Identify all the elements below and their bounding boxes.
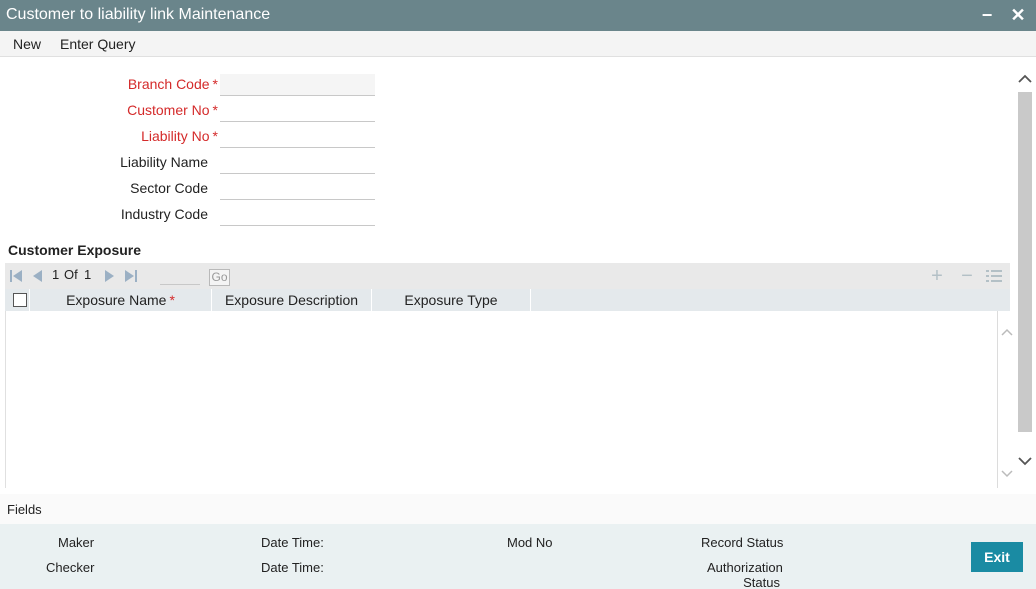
next-page-icon[interactable] (103, 268, 117, 284)
liability-no-label: Liability No * (141, 128, 218, 144)
page-scroll-thumb[interactable] (1018, 92, 1032, 432)
select-all-column (5, 289, 30, 311)
exit-button[interactable]: Exit (971, 542, 1023, 572)
grid-scroll-up-icon[interactable] (1001, 327, 1013, 339)
grid-body (5, 311, 1013, 488)
branch-code-input[interactable] (220, 74, 375, 96)
fields-bar: Fields (0, 494, 1036, 524)
fields-link[interactable]: Fields (7, 502, 42, 517)
audit-footer: Maker Checker Date Time: Date Time: Mod … (0, 524, 1036, 589)
grid-scrollbar[interactable] (997, 311, 1013, 488)
first-page-icon[interactable] (9, 268, 23, 284)
grid-scroll-down-icon[interactable] (1001, 467, 1013, 479)
window-title: Customer to liability link Maintenance (6, 6, 271, 23)
liability-no-input[interactable] (220, 126, 375, 148)
add-row-icon[interactable]: + (925, 265, 949, 287)
total-pages: 1 (84, 267, 92, 282)
menu-bar: New Enter Query (0, 31, 1036, 57)
grid-toolbar: 1 Of 1 Go + − (5, 263, 1010, 289)
column-exposure-type[interactable]: Exposure Type (372, 289, 531, 311)
industry-code-input[interactable] (220, 204, 375, 226)
delete-row-icon[interactable]: − (955, 265, 979, 287)
minimize-button[interactable]: − (977, 4, 997, 26)
page-scroll-up-icon[interactable] (1018, 72, 1032, 86)
sector-code-input[interactable] (220, 178, 375, 200)
customer-no-label: Customer No * (127, 102, 218, 118)
maker-date-time-label: Date Time: (261, 535, 324, 550)
menu-item-new[interactable]: New (13, 36, 41, 52)
column-exposure-description[interactable]: Exposure Description (212, 289, 372, 311)
sector-code-label: Sector Code (130, 180, 208, 196)
close-button[interactable]: ✕ (1008, 4, 1028, 26)
page-of-label: Of (64, 267, 78, 282)
last-page-icon[interactable] (124, 268, 138, 284)
page-scroll-down-icon[interactable] (1018, 454, 1032, 468)
customer-no-input[interactable] (220, 100, 375, 122)
page-number-input[interactable] (160, 267, 200, 285)
grid-header: Exposure Name * Exposure Description Expo… (5, 289, 1010, 311)
record-status-label: Record Status (701, 535, 784, 550)
liability-name-input[interactable] (220, 152, 375, 174)
column-exposure-name[interactable]: Exposure Name * (30, 289, 212, 311)
title-bar: Customer to liability link Maintenance −… (0, 0, 1036, 31)
previous-page-icon[interactable] (30, 268, 44, 284)
liability-name-label: Liability Name (120, 154, 208, 170)
industry-code-label: Industry Code (120, 206, 208, 222)
single-view-icon[interactable] (985, 268, 1003, 284)
page-scrollbar[interactable] (1016, 70, 1034, 475)
mod-no-label: Mod No (507, 535, 553, 550)
current-page: 1 (52, 267, 60, 282)
menu-item-enter-query[interactable]: Enter Query (60, 36, 135, 52)
go-button[interactable]: Go (209, 269, 230, 286)
maker-label: Maker (58, 535, 95, 550)
branch-code-label: Branch Code * (127, 76, 218, 92)
checker-label: Checker (46, 560, 95, 575)
checker-date-time-label: Date Time: (261, 560, 324, 575)
customer-exposure-title: Customer Exposure (8, 242, 142, 258)
authorization-status-label: Authorization Status (707, 560, 783, 589)
select-all-checkbox[interactable] (13, 293, 27, 307)
